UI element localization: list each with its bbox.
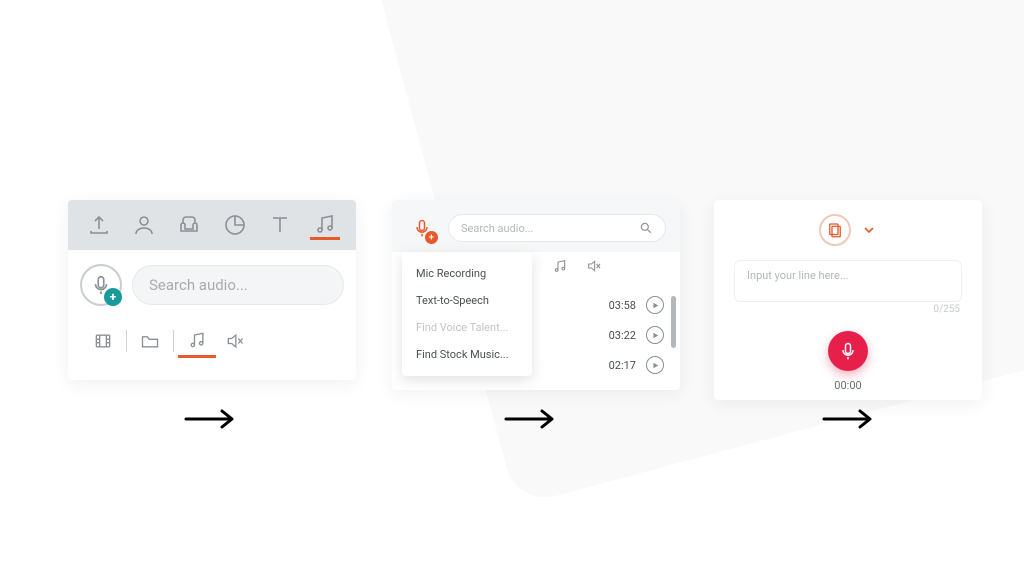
track-row[interactable]: 03:22	[550, 320, 664, 350]
track-row[interactable]: 02:17	[550, 350, 664, 380]
record-timer: 00:00	[714, 379, 982, 392]
play-button[interactable]	[646, 296, 664, 314]
track-duration: 02:17	[609, 359, 636, 372]
upload-icon[interactable]	[84, 210, 114, 240]
play-button[interactable]	[646, 326, 664, 344]
script-icon[interactable]	[819, 214, 851, 246]
plus-icon: +	[104, 288, 122, 306]
line-input[interactable]: Input your line here...	[734, 260, 962, 302]
menu-item-stock-music[interactable]: Find Stock Music...	[402, 341, 532, 368]
pie-icon[interactable]	[220, 210, 250, 240]
music-icon[interactable]	[310, 210, 340, 240]
text-icon[interactable]	[265, 210, 295, 240]
search-input[interactable]: Search audio...	[448, 214, 666, 242]
search-placeholder: Search audio...	[149, 276, 248, 294]
record-line-panel: Input your line here... 0/255 00:00	[714, 200, 982, 400]
armchair-icon[interactable]	[174, 210, 204, 240]
add-audio-menu: Mic Recording Text-to-Speech Find Voice …	[402, 252, 532, 376]
search-placeholder: Search audio...	[461, 222, 533, 235]
top-tab-row	[68, 200, 356, 250]
magnify-icon	[639, 221, 653, 235]
mic-add-button-small[interactable]: +	[406, 212, 438, 244]
menu-item-mic-recording[interactable]: Mic Recording	[402, 260, 532, 287]
chevron-down-icon[interactable]	[861, 222, 877, 238]
mic-add-button[interactable]: +	[80, 264, 122, 306]
track-duration: 03:58	[609, 299, 636, 312]
scrollbar-thumb[interactable]	[671, 296, 676, 348]
bottom-tab-row	[68, 316, 356, 358]
menu-item-voice-talent: Find Voice Talent...	[402, 314, 532, 341]
music-icon[interactable]	[550, 256, 570, 276]
track-duration: 03:22	[609, 329, 636, 342]
line-placeholder: Input your line here...	[747, 269, 849, 282]
arrow-right-icon	[184, 408, 238, 430]
audio-library-panel: + Search audio...	[68, 200, 356, 380]
folder-icon[interactable]	[131, 324, 169, 358]
char-counter: 0/255	[714, 304, 982, 315]
record-button[interactable]	[828, 331, 868, 371]
plus-icon: +	[425, 231, 438, 244]
speaker-mute-icon[interactable]	[584, 256, 604, 276]
music-tab-icon[interactable]	[178, 324, 216, 358]
arrow-right-icon	[822, 408, 876, 430]
audio-menu-panel: + Search audio... Mic Recording Text-to-…	[392, 200, 680, 390]
speaker-mute-icon[interactable]	[216, 324, 254, 358]
person-icon[interactable]	[129, 210, 159, 240]
film-icon[interactable]	[84, 324, 122, 358]
play-button[interactable]	[646, 356, 664, 374]
arrow-right-icon	[504, 408, 558, 430]
track-row[interactable]: 03:58	[550, 290, 664, 320]
search-input[interactable]: Search audio...	[132, 265, 344, 305]
menu-item-tts[interactable]: Text-to-Speech	[402, 287, 532, 314]
